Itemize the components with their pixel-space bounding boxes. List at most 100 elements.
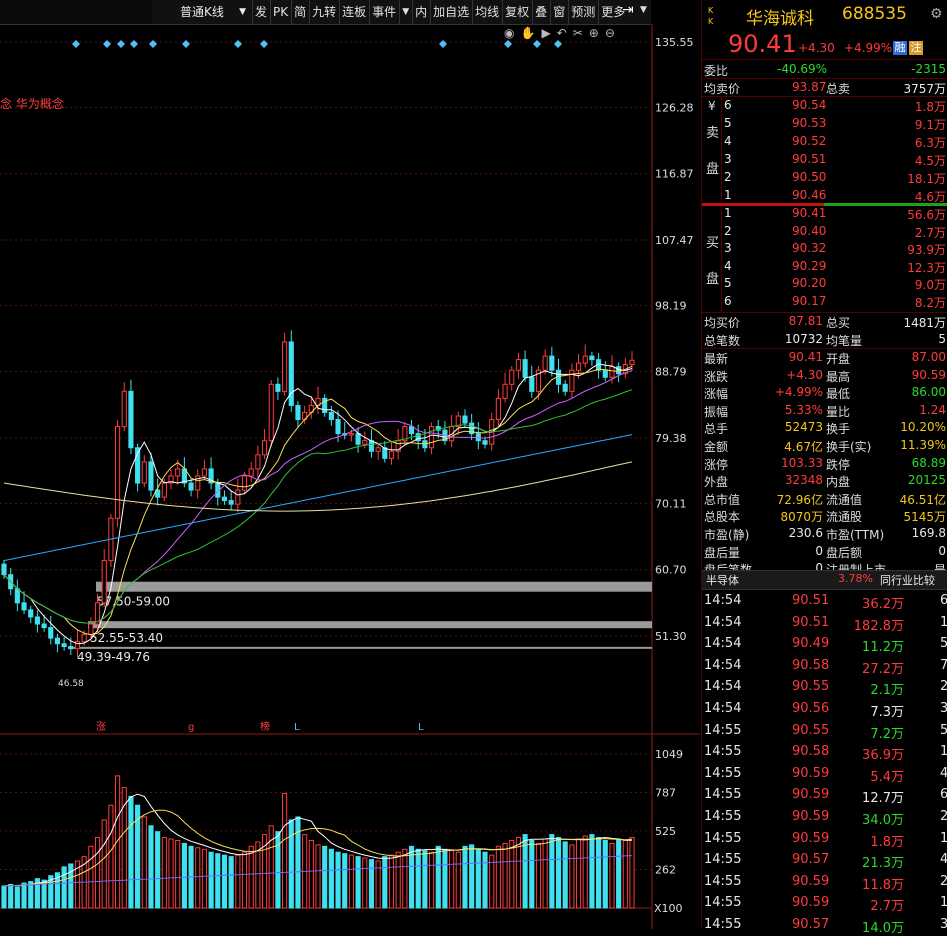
separator xyxy=(702,59,947,60)
stat-row: 总股本 8070万 流通股 5145万 xyxy=(702,507,947,525)
volume-bar xyxy=(21,882,27,909)
volume-bar xyxy=(469,844,475,909)
volume-bar xyxy=(308,839,314,909)
candle-body xyxy=(101,560,107,604)
stat-value: 72.96亿 xyxy=(776,492,823,507)
toolbar-item[interactable]: 均线 xyxy=(472,0,501,24)
toolbar-item[interactable]: 加自选 xyxy=(430,0,471,24)
candle-body xyxy=(221,496,228,502)
toolbar-item[interactable]: 内 xyxy=(412,0,429,24)
dropdown-icon[interactable]: ▼ xyxy=(640,5,647,15)
k-line-type-selector[interactable]: 普通K线 ▼ xyxy=(156,0,252,24)
volume-bar xyxy=(402,848,408,909)
volume-bar xyxy=(509,839,515,909)
tick-time: 14:55 xyxy=(704,830,742,846)
event-diamond-icon[interactable] xyxy=(260,40,268,48)
toolbar-item[interactable]: 预测 xyxy=(568,0,597,24)
chart-marker-label: 涨 xyxy=(96,721,106,733)
volume-bar xyxy=(288,819,294,909)
volume-bar xyxy=(148,825,154,909)
tick-price: 90.56 xyxy=(792,701,830,716)
tick-price: 90.59 xyxy=(792,830,830,846)
toolbar-item[interactable]: 复权 xyxy=(502,0,531,24)
k-line-chart[interactable]: 135.55 126.28 116.87 107.47 98.19 88.79 79.38 7… xyxy=(0,24,700,929)
stat-value: 52473 xyxy=(784,420,823,435)
event-diamond-icon[interactable] xyxy=(533,40,541,48)
eye-icon[interactable]: ◉ xyxy=(504,26,514,40)
exit-fullscreen-icon[interactable]: ⇥ xyxy=(622,2,634,18)
toolbar-item[interactable]: 发 xyxy=(252,0,269,24)
price-change-pct: +4.99% xyxy=(844,41,893,55)
order-ratio-pct: -40.69% xyxy=(777,62,828,76)
event-diamond-icon[interactable] xyxy=(554,40,562,48)
total-sell-label: 总卖 xyxy=(826,82,851,96)
tick-row: 14:55 90.59 34.0万 2 xyxy=(702,808,947,828)
toolbar-item[interactable]: PK xyxy=(270,0,290,24)
toolbar-item[interactable]: 九转 xyxy=(309,0,338,24)
level-number: 6 xyxy=(724,98,732,112)
volume-bar xyxy=(495,845,501,909)
event-diamond-icon[interactable] xyxy=(72,40,80,48)
event-diamond-icon[interactable] xyxy=(103,40,111,48)
toolbar-item[interactable]: 连板 xyxy=(339,0,368,24)
stat-value: 10.20% xyxy=(900,420,946,435)
event-diamond-icon[interactable] xyxy=(182,40,190,48)
hand-icon[interactable]: ✋ xyxy=(520,26,535,40)
level-number: 6 xyxy=(724,293,732,308)
undo-icon[interactable]: ↶ xyxy=(557,26,567,40)
event-diamond-icon[interactable] xyxy=(130,40,138,48)
stat-row: 市盈(静) 230.6 市盈(TTM) 169.8 xyxy=(702,525,947,543)
level-number: 2 xyxy=(724,223,732,238)
toolbar-item[interactable]: 简 xyxy=(291,0,308,24)
stat-value: 90.41 xyxy=(788,350,823,364)
candle-body xyxy=(235,489,241,505)
play-icon[interactable]: ▶ xyxy=(541,26,550,40)
stat-row: 总手 52473 换手 10.20% xyxy=(702,419,947,437)
volume-bar xyxy=(1,885,7,909)
volume-bar xyxy=(622,839,628,909)
volume-bar xyxy=(562,841,568,909)
toolbar-item[interactable]: 事件 xyxy=(369,0,398,24)
event-diamond-icon[interactable] xyxy=(149,40,157,48)
toolbar-item[interactable]: 叠 xyxy=(532,0,549,24)
stat-value: 4.67亿 xyxy=(784,440,823,454)
volume-bar xyxy=(442,848,448,909)
volume-bar xyxy=(422,850,428,909)
candle-body xyxy=(482,440,488,445)
tick-price: 90.51 xyxy=(792,593,830,608)
event-diamond-icon[interactable] xyxy=(439,40,447,48)
volume-bar xyxy=(322,845,328,909)
price-zone-label: 49.39-49.76 xyxy=(77,650,150,664)
volume-bar xyxy=(602,839,608,909)
zoom-in-icon[interactable]: ⊕ xyxy=(589,26,599,40)
toolbar-item[interactable]: 窗 xyxy=(550,0,567,24)
volume-bar xyxy=(14,886,20,909)
tick-price: 90.58 xyxy=(792,744,830,760)
toolbar-item[interactable]: ▼ xyxy=(399,0,411,24)
sell-volume: 6.3万 xyxy=(914,136,946,150)
sell-level-row: 6 90.54 1.8万 xyxy=(702,97,947,115)
event-diamond-icon[interactable] xyxy=(504,40,512,48)
buy-price: 90.40 xyxy=(792,223,827,238)
tick-time: 14:55 xyxy=(704,722,742,738)
tick-count: 1 xyxy=(940,830,947,846)
volume-bar xyxy=(589,834,595,909)
volume-bar xyxy=(28,881,34,909)
event-diamond-icon[interactable] xyxy=(234,40,242,48)
event-diamond-icon[interactable] xyxy=(117,40,125,48)
sector-row: 半导体 3.78% 同行业比较 xyxy=(702,571,947,589)
stat-label: 总股本 xyxy=(704,510,741,525)
candle-body xyxy=(275,383,281,392)
volume-bar xyxy=(629,837,635,909)
sell-level-row: 5 90.53 9.1万 xyxy=(702,115,947,133)
buy-level-row: 1 90.41 56.6万 xyxy=(702,205,947,223)
gear-icon[interactable]: ⚙ xyxy=(930,6,943,22)
volume-bar xyxy=(575,838,582,909)
peer-compare-button[interactable]: 同行业比较 xyxy=(880,572,935,588)
scissors-icon[interactable]: ✂ xyxy=(573,26,583,40)
zoom-out-icon[interactable]: ⊖ xyxy=(605,26,615,40)
volume-bar xyxy=(435,845,441,909)
candle-body xyxy=(602,369,608,378)
stat-label: 总市值 xyxy=(704,492,741,507)
candle-body xyxy=(288,341,294,406)
